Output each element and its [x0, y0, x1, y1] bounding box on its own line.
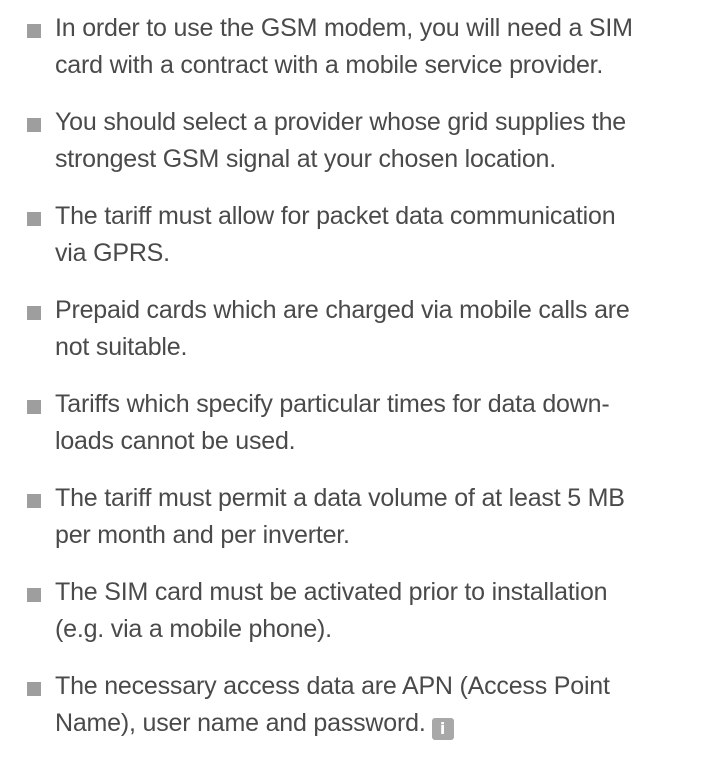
list-item: In order to use the GSM modem, you will … — [0, 10, 724, 94]
info-icon: i — [431, 718, 454, 740]
list-item-text: The tariff must permit a data volume of … — [55, 484, 625, 549]
list-item: You should select a provider whose grid … — [0, 104, 724, 188]
list-item: The necessary access data are APN (Acces… — [0, 668, 724, 752]
list-item-text: Prepaid cards which are charged via mobi… — [55, 296, 630, 361]
list-item-text: You should select a provider whose grid … — [55, 108, 626, 173]
list-item-text: Tariffs which specify particular times f… — [55, 390, 610, 455]
list-item-text-content: The necessary access data are APN (Acces… — [55, 672, 610, 737]
list-item-text: The SIM card must be activated prior to … — [55, 578, 608, 643]
list-item: The tariff must allow for packet data co… — [0, 198, 724, 282]
bullet-square-icon — [27, 588, 41, 602]
bullet-square-icon — [27, 24, 41, 38]
list-item-text: In order to use the GSM modem, you will … — [55, 14, 633, 79]
list-item: The tariff must permit a data volume of … — [0, 480, 724, 564]
list-item: Tariffs which specify particular times f… — [0, 386, 724, 470]
bullet-square-icon — [27, 400, 41, 414]
bullet-square-icon — [27, 212, 41, 226]
list-item-text: The tariff must allow for packet data co… — [55, 202, 616, 267]
bullet-square-icon — [27, 494, 41, 508]
list-item: Prepaid cards which are charged via mobi… — [0, 292, 724, 376]
bullet-square-icon — [27, 306, 41, 320]
list-item-text: The necessary access data are APN (Acces… — [55, 668, 723, 742]
list-item: The SIM card must be activated prior to … — [0, 574, 724, 658]
bullet-square-icon — [27, 682, 41, 696]
bullet-square-icon — [27, 118, 41, 132]
